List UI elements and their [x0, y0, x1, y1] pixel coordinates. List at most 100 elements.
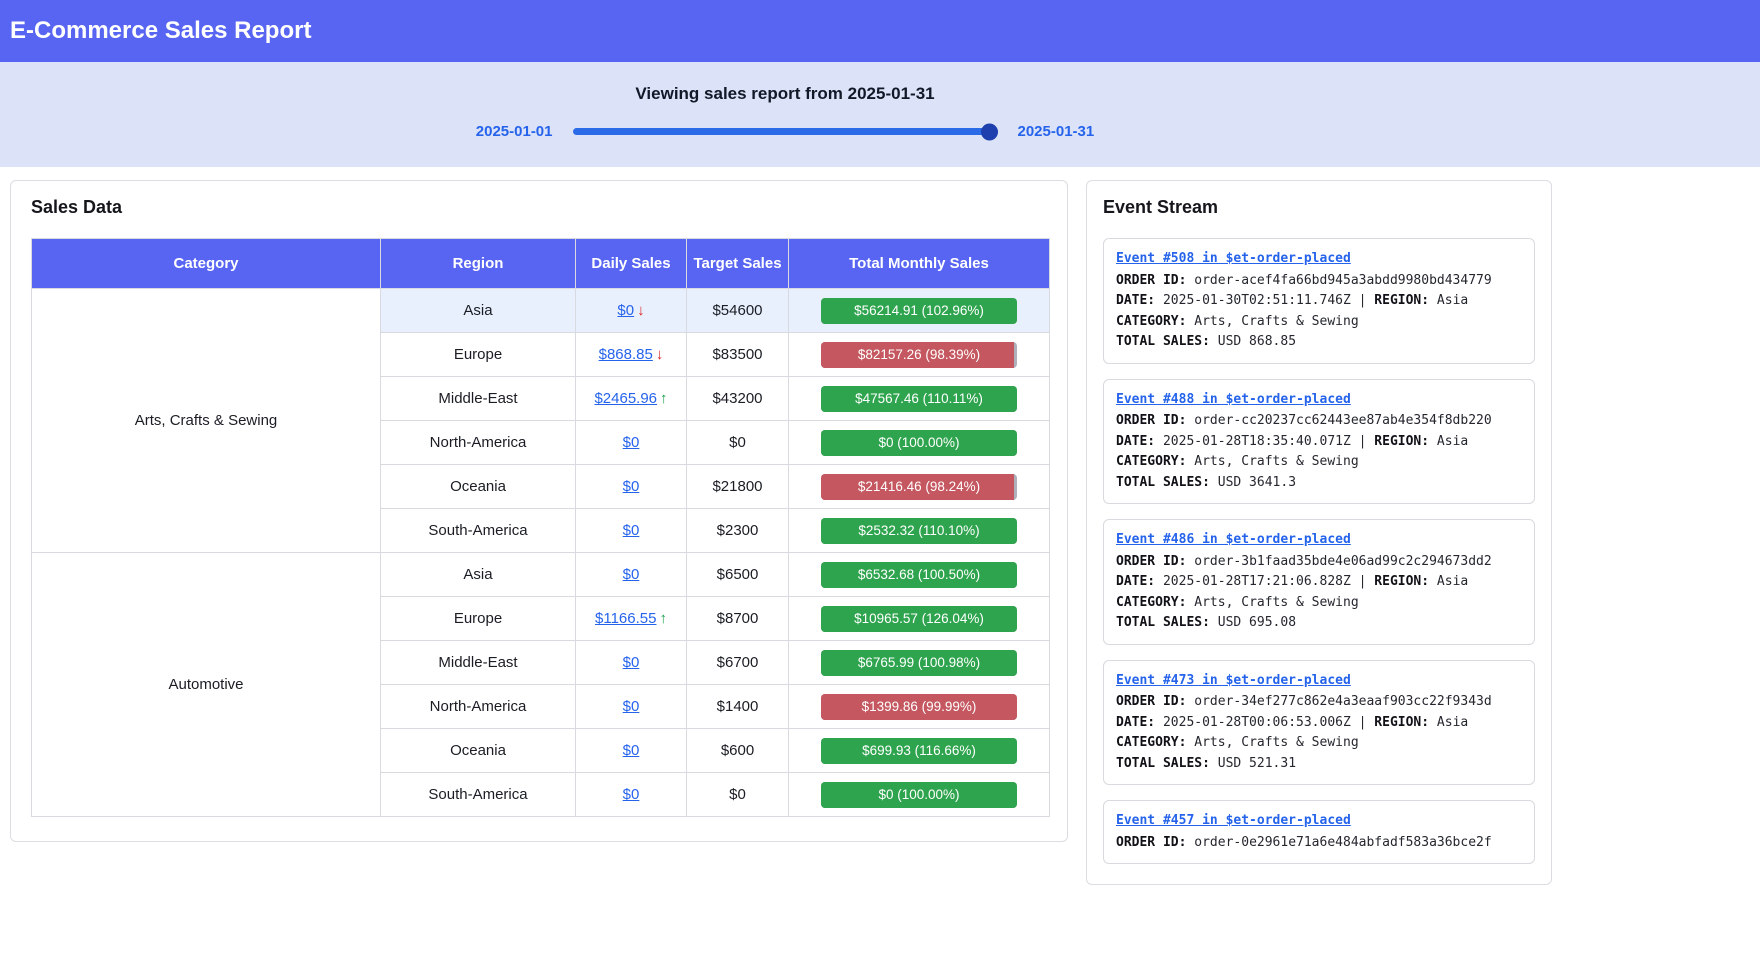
daily-sales-link[interactable]: $0 — [623, 434, 640, 451]
progress-label: $47567.46 (110.11%) — [821, 386, 1017, 412]
region-cell: South-America — [381, 509, 576, 553]
region-cell: Europe — [381, 333, 576, 377]
trend-up-icon: ↑ — [660, 390, 668, 407]
events-heading: Event Stream — [1103, 197, 1535, 218]
total-monthly-cell: $21416.46 (98.24%) — [789, 465, 1050, 509]
sales-heading: Sales Data — [31, 197, 1047, 218]
progress-label: $0 (100.00%) — [821, 430, 1017, 456]
region-cell: North-America — [381, 421, 576, 465]
event-order-id: ORDER ID: order-0e2961e71a6e484abfadf583… — [1116, 833, 1522, 854]
event-order-id: ORDER ID: order-3b1faad35bde4e06ad99c2c2… — [1116, 552, 1522, 573]
target-sales-cell: $0 — [687, 421, 789, 465]
event-order-id: ORDER ID: order-acef4fa66bd945a3abdd9980… — [1116, 271, 1522, 292]
sales-data-card: Sales Data Category Region Daily Sales T… — [10, 180, 1068, 842]
daily-sales-link[interactable]: $1166.55 — [595, 610, 656, 627]
region-cell: Oceania — [381, 465, 576, 509]
monthly-progress-bar: $6765.99 (100.98%) — [821, 650, 1017, 676]
daily-sales-link[interactable]: $0 — [623, 742, 640, 759]
target-sales-cell: $54600 — [687, 289, 789, 333]
region-cell: South-America — [381, 773, 576, 817]
progress-label: $10965.57 (126.04%) — [821, 606, 1017, 632]
region-cell: Middle-East — [381, 641, 576, 685]
date-filter-section: Viewing sales report from 2025-01-31 202… — [0, 62, 1760, 167]
daily-sales-link[interactable]: $2465.96 — [594, 390, 657, 407]
trend-up-icon: ↑ — [659, 610, 667, 627]
daily-sales-link[interactable]: $0 — [623, 698, 640, 715]
event-stream-card: Event Stream Event #508 in $et-order-pla… — [1086, 180, 1552, 885]
daily-sales-cell: $0 — [576, 773, 687, 817]
col-region: Region — [381, 239, 576, 289]
target-sales-cell: $6700 — [687, 641, 789, 685]
total-monthly-cell: $82157.26 (98.39%) — [789, 333, 1050, 377]
daily-sales-link[interactable]: $0 — [623, 654, 640, 671]
category-cell: Arts, Crafts & Sewing — [32, 289, 381, 553]
event-link[interactable]: Event #473 in $et-order-placed — [1116, 671, 1351, 692]
event-link[interactable]: Event #508 in $et-order-placed — [1116, 249, 1351, 270]
progress-label: $699.93 (116.66%) — [821, 738, 1017, 764]
daily-sales-cell: $0 — [576, 553, 687, 597]
event-link[interactable]: Event #488 in $et-order-placed — [1116, 390, 1351, 411]
date-slider[interactable] — [573, 128, 998, 135]
event-date-region: DATE: 2025-01-30T02:51:11.746Z | REGION:… — [1116, 291, 1522, 312]
date-filter-inner: Viewing sales report from 2025-01-31 202… — [0, 62, 1570, 140]
daily-sales-link[interactable]: $0 — [623, 786, 640, 803]
sales-table-body: Arts, Crafts & SewingAsia$0↓$54600$56214… — [32, 289, 1050, 817]
daily-sales-link[interactable]: $0 — [617, 302, 634, 319]
region-cell: Oceania — [381, 729, 576, 773]
event-card: Event #508 in $et-order-placedORDER ID: … — [1103, 238, 1535, 364]
date-slider-thumb[interactable] — [981, 123, 998, 140]
event-link[interactable]: Event #486 in $et-order-placed — [1116, 530, 1351, 551]
total-monthly-cell: $2532.32 (110.10%) — [789, 509, 1050, 553]
daily-sales-cell: $0 — [576, 729, 687, 773]
progress-label: $56214.91 (102.96%) — [821, 298, 1017, 324]
total-monthly-cell: $10965.57 (126.04%) — [789, 597, 1050, 641]
monthly-progress-bar: $47567.46 (110.11%) — [821, 386, 1017, 412]
monthly-progress-bar: $1399.86 (99.99%) — [821, 694, 1017, 720]
target-sales-cell: $43200 — [687, 377, 789, 421]
target-sales-cell: $6500 — [687, 553, 789, 597]
daily-sales-cell: $868.85↓ — [576, 333, 687, 377]
event-card: Event #486 in $et-order-placedORDER ID: … — [1103, 519, 1535, 645]
monthly-progress-bar: $699.93 (116.66%) — [821, 738, 1017, 764]
event-link[interactable]: Event #457 in $et-order-placed — [1116, 811, 1351, 832]
daily-sales-cell: $0 — [576, 509, 687, 553]
region-cell: Middle-East — [381, 377, 576, 421]
region-cell: North-America — [381, 685, 576, 729]
total-monthly-cell: $1399.86 (99.99%) — [789, 685, 1050, 729]
event-total-sales: TOTAL SALES: USD 3641.3 — [1116, 473, 1522, 494]
total-monthly-cell: $699.93 (116.66%) — [789, 729, 1050, 773]
event-total-sales: TOTAL SALES: USD 521.31 — [1116, 754, 1522, 775]
main-content: Sales Data Category Region Daily Sales T… — [10, 180, 1760, 885]
progress-label: $0 (100.00%) — [821, 782, 1017, 808]
page-title: E-Commerce Sales Report — [10, 17, 311, 45]
total-monthly-cell: $6532.68 (100.50%) — [789, 553, 1050, 597]
total-monthly-cell: $6765.99 (100.98%) — [789, 641, 1050, 685]
event-date-region: DATE: 2025-01-28T18:35:40.071Z | REGION:… — [1116, 432, 1522, 453]
daily-sales-link[interactable]: $0 — [623, 522, 640, 539]
daily-sales-cell: $0 — [576, 421, 687, 465]
total-monthly-cell: $47567.46 (110.11%) — [789, 377, 1050, 421]
target-sales-cell: $0 — [687, 773, 789, 817]
target-sales-cell: $2300 — [687, 509, 789, 553]
slider-min-label: 2025-01-01 — [476, 123, 553, 140]
target-sales-cell: $8700 — [687, 597, 789, 641]
daily-sales-link[interactable]: $0 — [623, 478, 640, 495]
event-order-id: ORDER ID: order-34ef277c862e4a3eaaf903cc… — [1116, 692, 1522, 713]
daily-sales-link[interactable]: $0 — [623, 566, 640, 583]
date-slider-row: 2025-01-01 2025-01-31 — [0, 123, 1570, 140]
col-category: Category — [32, 239, 381, 289]
event-order-id: ORDER ID: order-cc20237cc62443ee87ab4e35… — [1116, 411, 1522, 432]
col-daily-sales: Daily Sales — [576, 239, 687, 289]
event-list: Event #508 in $et-order-placedORDER ID: … — [1103, 238, 1535, 864]
trend-down-icon: ↓ — [637, 302, 645, 319]
target-sales-cell: $21800 — [687, 465, 789, 509]
event-category: CATEGORY: Arts, Crafts & Sewing — [1116, 733, 1522, 754]
daily-sales-cell: $0↓ — [576, 289, 687, 333]
region-cell: Asia — [381, 289, 576, 333]
col-total-monthly-sales: Total Monthly Sales — [789, 239, 1050, 289]
event-total-sales: TOTAL SALES: USD 695.08 — [1116, 613, 1522, 634]
event-card: Event #488 in $et-order-placedORDER ID: … — [1103, 379, 1535, 505]
daily-sales-link[interactable]: $868.85 — [599, 346, 653, 363]
event-card: Event #457 in $et-order-placedORDER ID: … — [1103, 800, 1535, 864]
monthly-progress-bar: $10965.57 (126.04%) — [821, 606, 1017, 632]
